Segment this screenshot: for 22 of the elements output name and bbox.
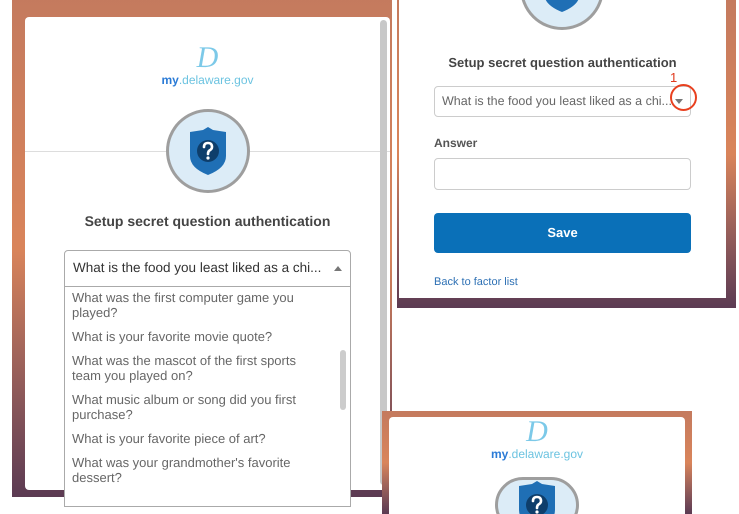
dropdown-option[interactable]: What was your grandmother's favorite dessert?	[72, 455, 324, 485]
question-select[interactable]: What is the food you least liked as a chi...	[64, 250, 351, 287]
question-select[interactable]: What is the food you least liked as a chi...	[434, 86, 691, 116]
save-button[interactable]: Save	[434, 212, 691, 252]
answer-label: Answer	[434, 134, 478, 152]
dropdown-option[interactable]: What was the first computer game you played?	[72, 290, 324, 320]
shield-question-icon	[188, 126, 226, 176]
back-link[interactable]: Back to factor list	[434, 274, 518, 290]
logo-letter: D	[526, 417, 548, 447]
answer-field[interactable]	[434, 158, 691, 190]
dropdown-option[interactable]: What was the mascot of the first sports team you played on?	[72, 353, 324, 383]
caret-icon	[334, 266, 342, 271]
annotation-number: 1	[670, 69, 678, 87]
logo-letter: D	[196, 43, 218, 73]
dropdown-option[interactable]: What is your favorite movie quote?	[72, 329, 324, 344]
logo-text: my.delaware.gov	[161, 73, 254, 87]
form-heading: Setup secret question authentication	[84, 212, 330, 231]
form-heading: Setup secret question authentication	[448, 54, 677, 72]
caret-icon	[675, 98, 683, 104]
logo-text: my.delaware.gov	[490, 447, 584, 461]
dropdown-option[interactable]: What is your favorite piece of art?	[72, 431, 324, 446]
dropdown-option[interactable]: What music album or song did you first purchase?	[72, 392, 324, 422]
